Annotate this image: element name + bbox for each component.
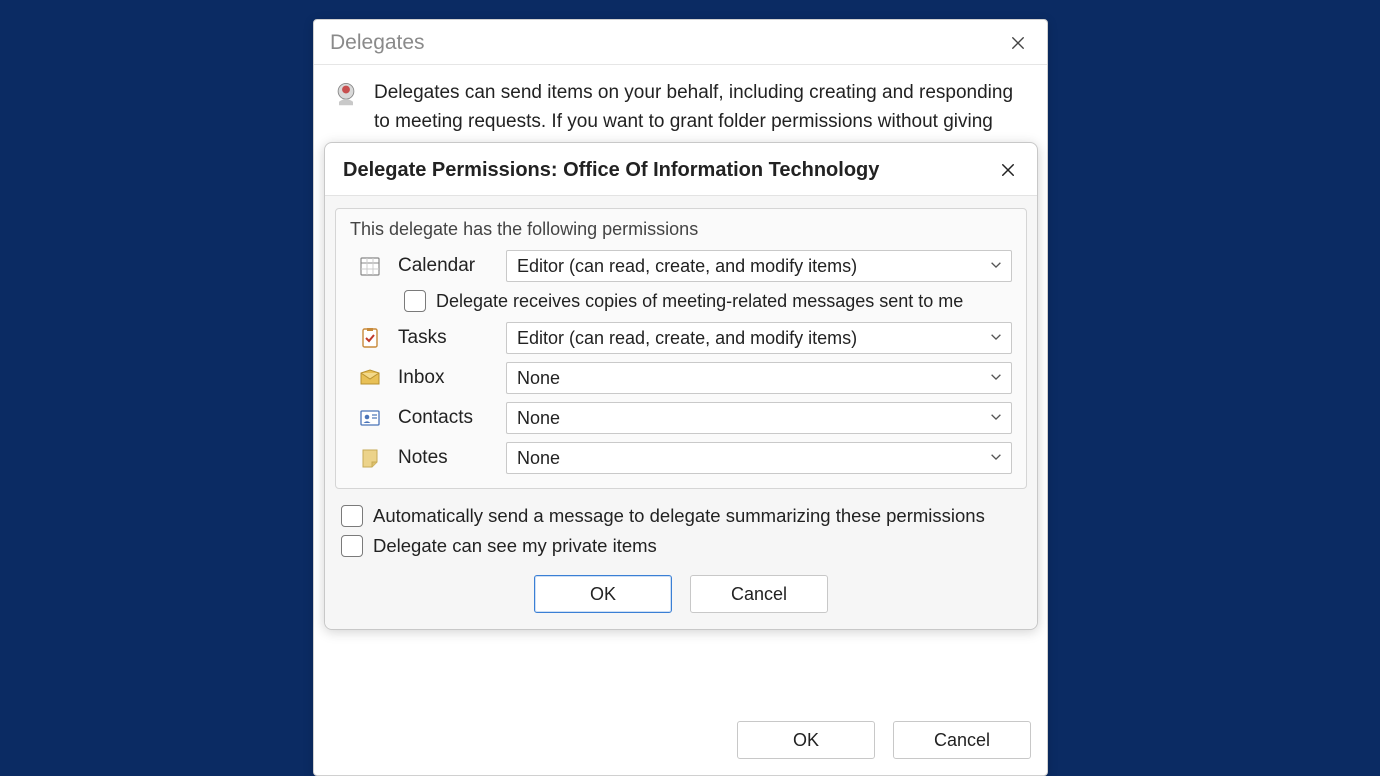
- tasks-icon: [350, 326, 390, 350]
- calendar-copy-checkbox[interactable]: [404, 290, 426, 312]
- permissions-button-row: OK Cancel: [325, 575, 1037, 613]
- inbox-dropdown[interactable]: None: [506, 362, 1012, 394]
- tasks-dropdown-value: Editor (can read, create, and modify ite…: [517, 328, 857, 349]
- notes-dropdown[interactable]: None: [506, 442, 1012, 474]
- close-icon: [999, 161, 1017, 179]
- contacts-icon: [350, 406, 390, 430]
- calendar-dropdown[interactable]: Editor (can read, create, and modify ite…: [506, 250, 1012, 282]
- delegates-cancel-button[interactable]: Cancel: [893, 721, 1031, 759]
- tasks-dropdown[interactable]: Editor (can read, create, and modify ite…: [506, 322, 1012, 354]
- inbox-dropdown-value: None: [517, 368, 560, 389]
- delegates-title: Delegates: [330, 31, 425, 55]
- permissions-content: This delegate has the following permissi…: [325, 195, 1037, 629]
- delegate-permissions-dialog: Delegate Permissions: Office Of Informat…: [324, 142, 1038, 630]
- inbox-row: Inbox None: [350, 362, 1012, 394]
- calendar-dropdown-value: Editor (can read, create, and modify ite…: [517, 256, 857, 277]
- inbox-icon: [350, 366, 390, 390]
- chevron-down-icon: [989, 368, 1003, 389]
- notes-label: Notes: [398, 447, 498, 469]
- auto-send-row: Automatically send a message to delegate…: [341, 505, 1027, 527]
- calendar-copy-checkbox-row: Delegate receives copies of meeting-rela…: [404, 290, 1012, 312]
- bottom-checkboxes: Automatically send a message to delegate…: [325, 499, 1037, 557]
- contacts-row: Contacts None: [350, 402, 1012, 434]
- permissions-cancel-button[interactable]: Cancel: [690, 575, 828, 613]
- contacts-dropdown-value: None: [517, 408, 560, 429]
- chevron-down-icon: [989, 256, 1003, 277]
- private-items-row: Delegate can see my private items: [341, 535, 1027, 557]
- inbox-label: Inbox: [398, 367, 498, 389]
- chevron-down-icon: [989, 408, 1003, 429]
- private-items-checkbox[interactable]: [341, 535, 363, 557]
- chevron-down-icon: [989, 328, 1003, 349]
- delegates-ok-button[interactable]: OK: [737, 721, 875, 759]
- chevron-down-icon: [989, 448, 1003, 469]
- permissions-ok-button[interactable]: OK: [534, 575, 672, 613]
- delegate-icon: [332, 79, 360, 136]
- delegates-button-row: OK Cancel: [737, 721, 1031, 759]
- tasks-label: Tasks: [398, 327, 498, 349]
- notes-icon: [350, 446, 390, 470]
- calendar-row: Calendar Editor (can read, create, and m…: [350, 250, 1012, 282]
- auto-send-label: Automatically send a message to delegate…: [373, 505, 985, 527]
- delegates-close-button[interactable]: [1005, 30, 1031, 56]
- delegates-description-text: Delegates can send items on your behalf,…: [374, 79, 1029, 136]
- calendar-icon: [350, 254, 390, 278]
- calendar-copy-label: Delegate receives copies of meeting-rela…: [436, 291, 963, 312]
- private-items-label: Delegate can see my private items: [373, 535, 657, 557]
- close-icon: [1009, 34, 1027, 52]
- contacts-dropdown[interactable]: None: [506, 402, 1012, 434]
- permissions-title: Delegate Permissions: Office Of Informat…: [343, 159, 879, 182]
- notes-dropdown-value: None: [517, 448, 560, 469]
- tasks-row: Tasks Editor (can read, create, and modi…: [350, 322, 1012, 354]
- permissions-intro: This delegate has the following permissi…: [350, 219, 1012, 240]
- auto-send-checkbox[interactable]: [341, 505, 363, 527]
- delegates-title-bar: Delegates: [314, 20, 1047, 65]
- notes-row: Notes None: [350, 442, 1012, 474]
- contacts-label: Contacts: [398, 407, 498, 429]
- delegates-description-row: Delegates can send items on your behalf,…: [314, 65, 1047, 136]
- calendar-label: Calendar: [398, 255, 498, 277]
- permissions-section: This delegate has the following permissi…: [335, 208, 1027, 489]
- permissions-title-bar: Delegate Permissions: Office Of Informat…: [325, 143, 1037, 195]
- permissions-close-button[interactable]: [995, 157, 1021, 183]
